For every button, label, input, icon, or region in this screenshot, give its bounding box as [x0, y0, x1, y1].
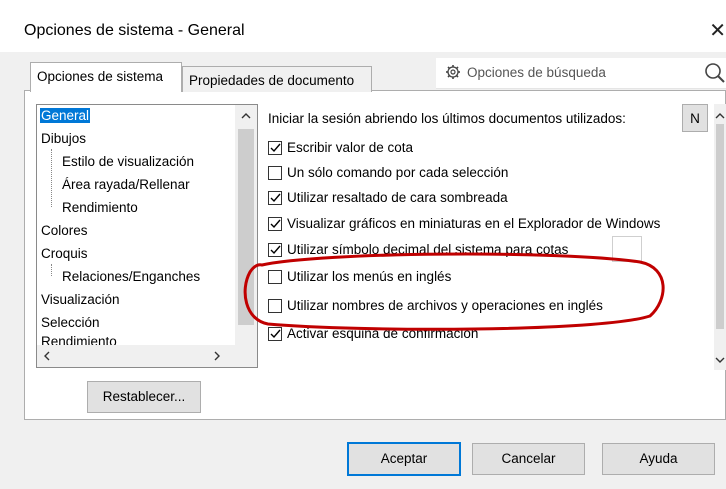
checkbox[interactable] [268, 270, 282, 284]
decimal-symbol-field[interactable] [612, 236, 642, 262]
search-placeholder: Opciones de búsqueda [467, 65, 606, 80]
checkbox[interactable] [268, 299, 282, 313]
options-scroll-thumb[interactable] [716, 124, 724, 329]
tree-item-display-style[interactable]: Estilo de visualización [62, 154, 194, 169]
tree-connector [51, 264, 52, 276]
tree-item-display[interactable]: Visualización [41, 292, 120, 307]
checkbox[interactable] [268, 191, 282, 205]
search-icon[interactable] [704, 62, 726, 87]
scroll-left-icon[interactable] [43, 350, 51, 364]
checkbox[interactable] [268, 243, 282, 257]
tree-horizontal-scrollbar[interactable] [37, 345, 257, 367]
tree-item-relations-snaps[interactable]: Relaciones/Enganches [62, 269, 200, 284]
help-button[interactable]: Ayuda [602, 443, 715, 475]
window-title: Opciones de sistema - General [24, 22, 245, 39]
tree-item-drawings-performance[interactable]: Rendimiento [62, 200, 138, 215]
checkbox[interactable] [268, 217, 282, 231]
checkbox[interactable] [268, 141, 282, 155]
startup-option-label: Iniciar la sesión abriendo los últimos d… [268, 111, 626, 126]
tree-item-sketch[interactable]: Croquis [41, 246, 88, 261]
options-vertical-scrollbar[interactable] [714, 104, 726, 370]
tree-item-colors[interactable]: Colores [41, 223, 88, 238]
tree-scroll-thumb[interactable] [238, 129, 254, 325]
scroll-right-icon[interactable] [213, 350, 221, 364]
tree-item-drawings[interactable]: Dibujos [41, 131, 86, 146]
tab-system-options[interactable]: Opciones de sistema [30, 62, 182, 92]
checkbox[interactable] [268, 166, 282, 180]
tree-item-general[interactable]: General [40, 108, 91, 123]
reset-button[interactable]: Restablecer... [87, 381, 201, 413]
cancel-button[interactable]: Cancelar [472, 443, 585, 475]
close-icon[interactable]: ✕ [709, 18, 726, 43]
gear-icon [445, 64, 461, 83]
tree-item-selection[interactable]: Selección [41, 315, 100, 330]
category-tree[interactable]: General Dibujos Estilo de visualización … [36, 104, 258, 368]
accept-button[interactable]: Aceptar [347, 442, 461, 476]
tree-vertical-scrollbar[interactable] [235, 105, 257, 345]
scroll-up-icon[interactable] [241, 109, 251, 123]
scroll-up-icon[interactable] [715, 108, 725, 123]
checkbox[interactable] [268, 327, 282, 341]
tree-item-hatch-fill[interactable]: Área rayada/Rellenar [62, 177, 190, 192]
scroll-down-icon[interactable] [715, 352, 725, 367]
tree-connector [51, 149, 52, 207]
tab-document-properties[interactable]: Propiedades de documento [182, 66, 372, 92]
startup-dropdown[interactable]: N [682, 104, 708, 132]
